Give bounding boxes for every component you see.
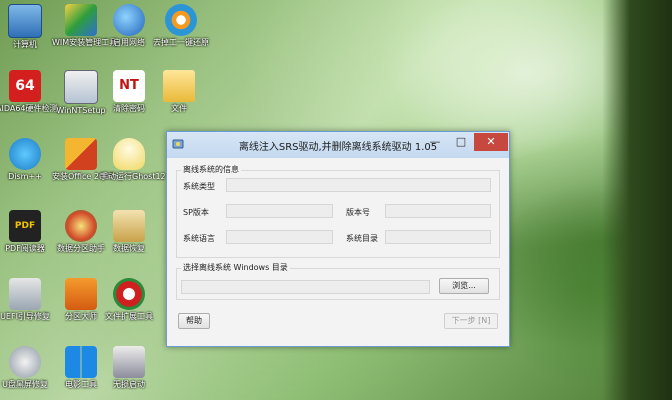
sp-version-field bbox=[226, 204, 333, 218]
desktop-icon-data-recovery[interactable]: 数据恢复 bbox=[100, 210, 158, 254]
usb-repair-icon bbox=[9, 346, 41, 378]
desktop-icon-label: 文件 bbox=[171, 104, 187, 113]
driver-tool-window: 离线注入SRS驱动,并删除离线系统驱动 1.05 — □ ✕ 离线系统的信息 系… bbox=[166, 131, 510, 347]
desktop-icon-label: 计算机 bbox=[13, 40, 37, 49]
browse-button[interactable]: 浏览... bbox=[439, 278, 489, 294]
desktop-icon-pdf-reader[interactable]: PDF PDF阅读器 bbox=[0, 210, 54, 254]
desktop-icon-label: AIDA64硬件检测 bbox=[0, 104, 58, 113]
version-number-field bbox=[385, 204, 491, 218]
system-language-label: 系统语言 bbox=[183, 234, 215, 243]
desktop-icon-uefi-repair[interactable]: UEFI引导修复 bbox=[0, 278, 54, 322]
system-info-group-label: 离线系统的信息 bbox=[181, 164, 241, 175]
desktop-icon-label: PDF阅读器 bbox=[5, 244, 45, 253]
data-recovery-icon bbox=[113, 210, 145, 242]
version-number-label: 版本号 bbox=[346, 208, 370, 217]
ghost-icon bbox=[113, 138, 145, 170]
system-type-field bbox=[226, 178, 491, 192]
password-reset-icon: NT bbox=[113, 70, 145, 102]
restore-icon bbox=[165, 4, 197, 36]
desktop-icon-dism[interactable]: Dism++ bbox=[0, 138, 54, 182]
desktop-icon-ghost[interactable]: 手动运行Ghost12 bbox=[100, 138, 166, 182]
folder-icon bbox=[163, 70, 195, 102]
title-bar[interactable]: 离线注入SRS驱动,并删除离线系统驱动 1.05 — □ ✕ bbox=[167, 132, 509, 158]
desktop-icon-label: Dism++ bbox=[8, 172, 42, 181]
network-globe-icon bbox=[113, 4, 145, 36]
windows-directory-input[interactable] bbox=[181, 280, 430, 294]
dism-icon bbox=[9, 138, 41, 170]
desktop-icon-label: 无损启动 bbox=[113, 380, 145, 389]
desktop-icon-computer[interactable]: 计算机 bbox=[0, 4, 54, 50]
uefi-repair-icon bbox=[9, 278, 41, 310]
desktop-icon-network[interactable]: 启用网络 bbox=[100, 4, 158, 48]
desktop-icon-label: 数据恢复 bbox=[113, 244, 145, 253]
computer-icon bbox=[8, 4, 42, 38]
desktop-icon-label: 手动运行Ghost12 bbox=[100, 172, 166, 181]
desktop-icon-file-tool[interactable]: 文件扩展工具 bbox=[100, 278, 158, 322]
aida64-icon: 64 bbox=[9, 70, 41, 102]
maximize-button[interactable]: □ bbox=[448, 133, 474, 151]
desktop-icon-label: 启用网络 bbox=[113, 38, 145, 47]
desktop-icon-boot-tool[interactable]: 无损启动 bbox=[100, 346, 158, 390]
desktop-icon-label: UEFI引导修复 bbox=[0, 312, 50, 321]
next-button[interactable]: 下一步 [N] bbox=[444, 313, 498, 329]
pdf-reader-icon: PDF bbox=[9, 210, 41, 242]
system-type-label: 系统类型 bbox=[183, 182, 215, 191]
boot-tool-icon bbox=[113, 346, 145, 378]
desktop-icon-label: 文件扩展工具 bbox=[105, 312, 153, 321]
wim-tool-icon bbox=[65, 4, 97, 36]
windows-logo-icon bbox=[65, 346, 97, 378]
partition-master-icon bbox=[65, 278, 97, 310]
winntsetup-icon bbox=[64, 70, 98, 104]
desktop-icon-folder[interactable]: 文件 bbox=[150, 70, 208, 114]
office-icon bbox=[65, 138, 97, 170]
system-directory-label: 系统目录 bbox=[346, 234, 378, 243]
desktop-icon-aida64[interactable]: 64 AIDA64硬件检测 bbox=[0, 70, 58, 114]
help-button[interactable]: 帮助 bbox=[178, 313, 210, 329]
system-directory-field bbox=[385, 230, 491, 244]
select-directory-group-label: 选择离线系统 Windows 目录 bbox=[181, 262, 290, 273]
system-language-field bbox=[226, 230, 333, 244]
desktop-icon-label: U盘黑屏修复 bbox=[2, 380, 48, 389]
close-button[interactable]: ✕ bbox=[474, 133, 508, 151]
minimize-button[interactable]: — bbox=[422, 133, 448, 151]
desktop-icon-usb-repair[interactable]: U盘黑屏修复 bbox=[0, 346, 54, 390]
file-tool-icon bbox=[113, 278, 145, 310]
wallpaper-tree-trunk bbox=[602, 0, 672, 400]
desktop-icon-restore[interactable]: 去掉工一键还原 bbox=[152, 4, 210, 48]
sp-version-label: SP版本 bbox=[183, 208, 209, 217]
partition-assistant-icon bbox=[65, 210, 97, 242]
desktop-icon-label: 去掉工一键还原 bbox=[153, 38, 209, 47]
